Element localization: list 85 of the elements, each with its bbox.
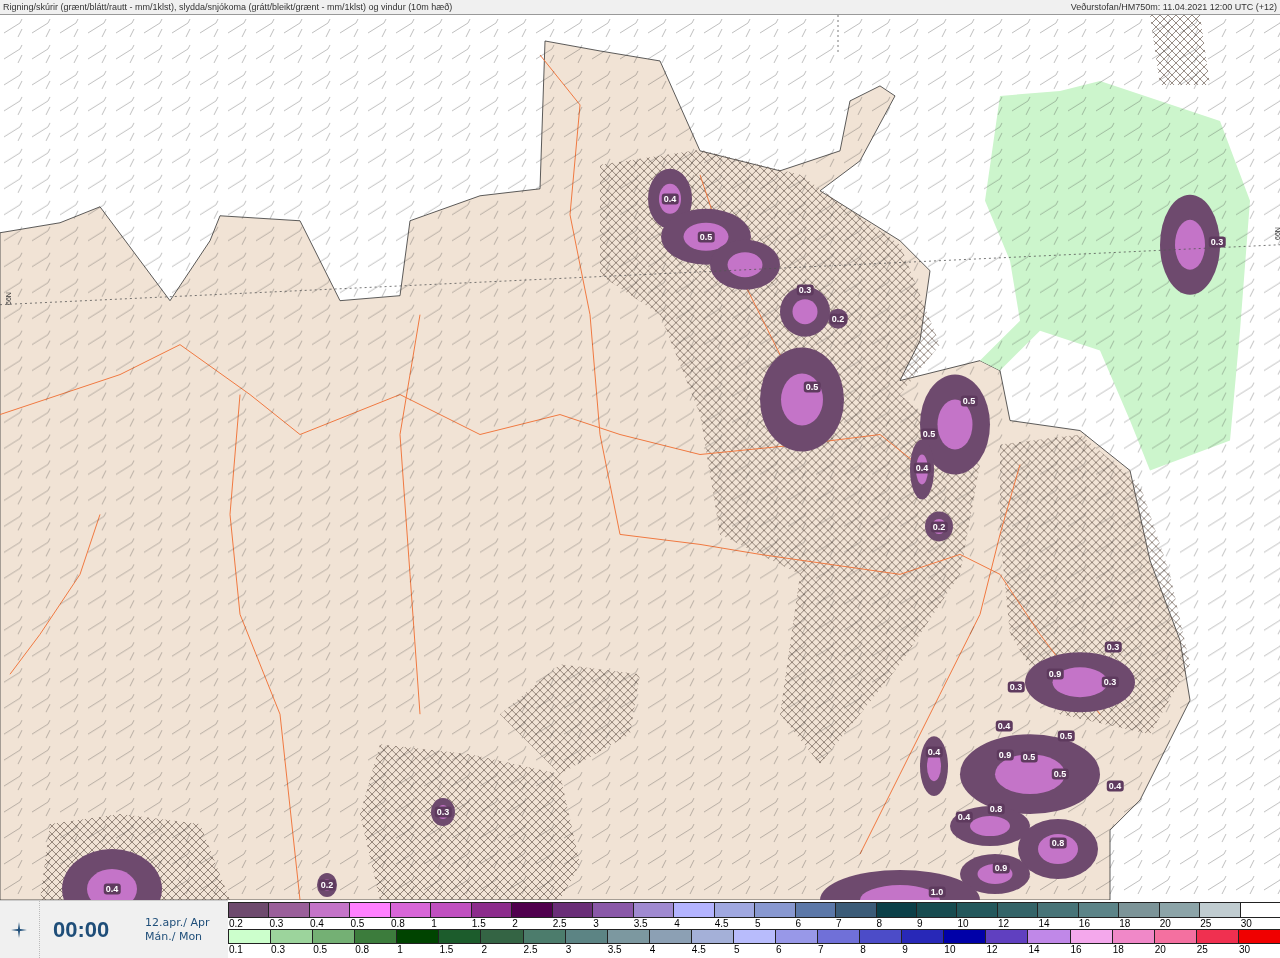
contour-label: 0.2	[318, 879, 336, 891]
legend-label: 7	[835, 918, 843, 929]
legend-label: 0.8	[389, 918, 406, 929]
contour-label: 0.3	[1101, 676, 1119, 688]
contour-label: 0.4	[103, 883, 121, 895]
legend-label: 18	[1118, 918, 1132, 929]
legend-label: 12	[996, 918, 1011, 929]
legend-label: 16	[1077, 918, 1091, 929]
legend-label: 30	[1237, 944, 1251, 955]
legend-label: 0.3	[270, 944, 286, 955]
contour-label: 1.0	[928, 886, 946, 898]
contour-label: 0.4	[661, 193, 679, 205]
legend-label: 4.5	[690, 944, 707, 955]
forecast-date: 12.apr./ Apr	[145, 915, 210, 930]
contour-label: 0.4	[955, 811, 973, 823]
legend-label: 20	[1153, 944, 1167, 955]
legend-label: 1.5	[438, 944, 455, 955]
contour-label: 0.3	[796, 284, 814, 296]
legend-label: 25	[1195, 944, 1209, 955]
legend-label: 2.5	[522, 944, 539, 955]
legend-label: 30	[1239, 918, 1253, 929]
legend-label: 3	[592, 918, 600, 929]
contour-label: 0.2	[829, 313, 847, 325]
legend-label: 0.8	[354, 944, 371, 955]
legend-label: 14	[1027, 944, 1041, 955]
legend-label: 5	[732, 944, 741, 955]
contour-label: 0.9	[992, 862, 1010, 874]
legend-label: 0.3	[268, 918, 285, 929]
legend-label: 0.5	[349, 918, 366, 929]
contour-label: 0.9	[1046, 668, 1064, 680]
forecast-time: 00:00	[53, 916, 111, 943]
contour-label: 0.4	[925, 746, 943, 758]
contour-label: 0.9	[996, 749, 1014, 761]
legend-label: 10	[943, 944, 957, 955]
contour-label: 0.3	[1007, 681, 1025, 693]
legend-label: 1.5	[470, 918, 487, 929]
legend-label: 6	[775, 944, 783, 955]
contour-label: 0.2	[930, 521, 948, 533]
legend-label: 14	[1037, 918, 1051, 929]
contour-label: 0.3	[1104, 641, 1122, 653]
legend-label: 1	[396, 944, 404, 955]
legend-label: 18	[1111, 944, 1125, 955]
legend-label: 2.5	[551, 918, 568, 929]
legend-label: 4	[648, 944, 657, 955]
legend-label: 9	[901, 944, 909, 955]
legend-label: 0.1	[228, 944, 244, 955]
forecast-weekday: Mán./ Mon	[145, 929, 204, 944]
legend-label: 9	[915, 918, 924, 929]
legend-label: 2	[480, 944, 489, 955]
legend-label: 10	[956, 918, 970, 929]
contour-label: 0.4	[913, 463, 931, 474]
legend-label: 0.2	[228, 918, 244, 929]
legend-label: 5	[754, 918, 762, 929]
contour-label: 0.8	[1049, 837, 1067, 849]
contour-label: 0.4	[1106, 780, 1124, 792]
legend-label: 20	[1158, 918, 1172, 929]
legend-label: 4.5	[713, 918, 730, 929]
contour-label: 0.3	[1208, 236, 1226, 248]
model-run-info: Veðurstofan/HM750m: 11.04.2021 12:00 UTC (+12)	[1070, 2, 1277, 12]
map-title: Rigning/skúrir (grænt/blátt/rautt - mm/1klst), slydda/snjókoma (grátt/bleikt/grænt - mm/1klst) og vindur (10m hæð)	[3, 2, 453, 12]
contour-label: 0.5	[803, 381, 821, 393]
legend-label: 3.5	[606, 944, 623, 955]
legend-label: 1	[430, 918, 438, 929]
legend-label: 8	[875, 918, 884, 929]
contour-label: 0.8	[987, 803, 1005, 815]
legend-label: 8	[859, 944, 867, 955]
contour-label: 0.5	[1051, 768, 1069, 780]
contour-label: 0.5	[960, 395, 978, 407]
legend-label: 3.5	[632, 918, 649, 929]
legend-label: 3	[564, 944, 573, 955]
legend-label: 16	[1069, 944, 1083, 955]
contour-label: 0.5	[1057, 730, 1075, 742]
contour-label: 0.4	[995, 720, 1013, 732]
contour-label: 0.5	[1020, 751, 1038, 763]
legend-label: 25	[1199, 918, 1213, 929]
contour-label: 0.3	[434, 806, 452, 818]
contour-label: 0.5	[697, 231, 715, 243]
legend-label: 0.4	[308, 918, 325, 929]
legend-label: 6	[794, 918, 803, 929]
legend-label: 12	[985, 944, 999, 955]
legend-label: 0.5	[312, 944, 329, 955]
legend-label: 7	[817, 944, 825, 955]
legend-label: 4	[673, 918, 681, 929]
legend-label: 2	[511, 918, 519, 929]
contour-label: 0.5	[920, 428, 938, 439]
